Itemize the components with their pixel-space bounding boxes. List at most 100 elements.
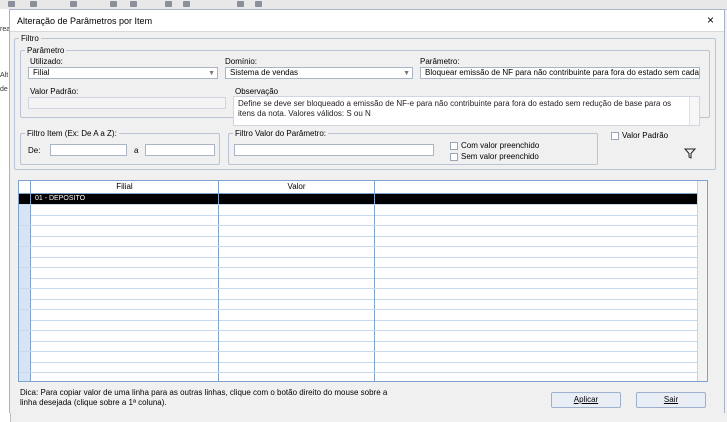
table-row[interactable] bbox=[19, 257, 707, 268]
row-indicator[interactable] bbox=[19, 267, 31, 278]
cell-valor[interactable] bbox=[219, 204, 375, 215]
cell-valor[interactable] bbox=[219, 236, 375, 246]
cell-valor[interactable] bbox=[219, 320, 375, 330]
table-row[interactable] bbox=[19, 225, 707, 237]
row-indicator[interactable] bbox=[19, 372, 31, 381]
table-row[interactable] bbox=[19, 362, 707, 373]
cell-valor[interactable] bbox=[219, 362, 375, 372]
row-indicator[interactable] bbox=[19, 278, 31, 288]
toolbar-icon bbox=[165, 1, 172, 7]
cell-filial[interactable] bbox=[31, 257, 219, 267]
cell-valor[interactable] bbox=[219, 341, 375, 351]
row-indicator[interactable] bbox=[19, 309, 31, 320]
sem-valor-label: Sem valor preenchido bbox=[461, 152, 539, 161]
cell-valor[interactable] bbox=[219, 288, 375, 299]
utilizado-label: Utilizado: bbox=[30, 57, 63, 66]
table-row[interactable] bbox=[19, 204, 707, 216]
dominio-label: Domínio: bbox=[225, 57, 258, 66]
cell-valor[interactable] bbox=[219, 215, 375, 225]
grid-scrollbar[interactable] bbox=[697, 181, 707, 381]
table-row[interactable] bbox=[19, 309, 707, 321]
toolbar-icon bbox=[183, 1, 190, 7]
cell-filial[interactable] bbox=[31, 299, 219, 309]
row-indicator[interactable] bbox=[19, 204, 31, 215]
row-indicator[interactable] bbox=[19, 246, 31, 257]
cell-filial[interactable] bbox=[31, 215, 219, 225]
table-row[interactable] bbox=[19, 215, 707, 226]
column-header-valor[interactable]: Valor bbox=[219, 181, 375, 193]
cell-filial[interactable] bbox=[31, 330, 219, 341]
table-row[interactable] bbox=[19, 351, 707, 363]
row-indicator[interactable] bbox=[19, 320, 31, 330]
valor-padrao-checkbox[interactable] bbox=[611, 132, 619, 140]
filtro-legend: Filtro bbox=[21, 34, 39, 43]
sem-valor-checkbox[interactable] bbox=[450, 153, 458, 161]
table-row[interactable] bbox=[19, 372, 707, 381]
cell-filial[interactable] bbox=[31, 341, 219, 351]
filtro-valor-input[interactable] bbox=[234, 144, 434, 156]
cell-filial[interactable] bbox=[31, 267, 219, 278]
table-row[interactable] bbox=[19, 330, 707, 342]
de-input[interactable] bbox=[50, 144, 127, 156]
row-indicator[interactable] bbox=[19, 225, 31, 236]
cell-filial[interactable] bbox=[31, 225, 219, 236]
cell-filial[interactable] bbox=[31, 236, 219, 246]
observacao-scrollbar[interactable] bbox=[689, 97, 699, 125]
cell-filial[interactable] bbox=[31, 204, 219, 215]
table-row[interactable] bbox=[19, 299, 707, 310]
row-indicator[interactable] bbox=[19, 362, 31, 372]
cell-valor[interactable] bbox=[219, 278, 375, 288]
row-indicator[interactable] bbox=[19, 351, 31, 362]
cell-valor[interactable] bbox=[219, 351, 375, 362]
sair-button[interactable]: Sair bbox=[636, 392, 706, 408]
cell-valor[interactable] bbox=[219, 330, 375, 341]
cell-valor[interactable] bbox=[219, 257, 375, 267]
com-valor-checkbox[interactable] bbox=[450, 142, 458, 150]
cell-valor[interactable] bbox=[219, 267, 375, 278]
cell-valor[interactable] bbox=[219, 372, 375, 381]
row-indicator[interactable] bbox=[19, 341, 31, 351]
toolbar-icon bbox=[110, 1, 117, 7]
row-indicator[interactable] bbox=[19, 236, 31, 246]
cell-valor[interactable] bbox=[219, 225, 375, 236]
table-row[interactable] bbox=[19, 341, 707, 352]
cell-filial[interactable] bbox=[31, 362, 219, 372]
cell-filial[interactable]: 01 - DEPOSITO bbox=[31, 194, 219, 204]
cell-filial[interactable] bbox=[31, 372, 219, 381]
dominio-select[interactable]: Sistema de vendas ▼ bbox=[225, 67, 413, 79]
column-header-filial[interactable]: Filial bbox=[31, 181, 219, 193]
row-indicator[interactable] bbox=[19, 288, 31, 299]
cell-filial[interactable] bbox=[31, 246, 219, 257]
aplicar-button[interactable]: Aplicar bbox=[551, 392, 621, 408]
valor-padrao-check-label: Valor Padrão bbox=[622, 131, 669, 140]
cell-valor[interactable] bbox=[219, 246, 375, 257]
cell-valor[interactable] bbox=[219, 309, 375, 320]
a-input[interactable] bbox=[145, 144, 215, 156]
cell-valor[interactable] bbox=[219, 299, 375, 309]
table-row[interactable] bbox=[19, 246, 707, 258]
utilizado-select[interactable]: Filial ▼ bbox=[28, 67, 218, 79]
cell-filial[interactable] bbox=[31, 351, 219, 362]
toolbar-icon bbox=[8, 1, 15, 7]
row-indicator[interactable] bbox=[19, 299, 31, 309]
close-icon[interactable]: × bbox=[707, 13, 714, 27]
cell-valor[interactable] bbox=[219, 194, 375, 204]
cell-filial[interactable] bbox=[31, 309, 219, 320]
row-indicator[interactable] bbox=[19, 194, 31, 204]
row-indicator[interactable] bbox=[19, 257, 31, 267]
cell-filial[interactable] bbox=[31, 278, 219, 288]
table-row[interactable] bbox=[19, 288, 707, 300]
parametro-field[interactable]: Bloquear emissão de NF para não contribu… bbox=[420, 67, 700, 79]
filter-icon[interactable] bbox=[684, 148, 696, 159]
table-row[interactable] bbox=[19, 278, 707, 289]
table-row[interactable] bbox=[19, 320, 707, 331]
cell-filial[interactable] bbox=[31, 288, 219, 299]
table-row[interactable]: 01 - DEPOSITO bbox=[19, 194, 707, 205]
dialog-content: Filtro Parâmetro Utilizado: Filial ▼ Dom… bbox=[10, 31, 724, 413]
observacao-text: Define se deve ser bloqueado a emissão d… bbox=[233, 96, 700, 126]
table-row[interactable] bbox=[19, 267, 707, 279]
row-indicator[interactable] bbox=[19, 215, 31, 225]
cell-filial[interactable] bbox=[31, 320, 219, 330]
row-indicator[interactable] bbox=[19, 330, 31, 341]
table-row[interactable] bbox=[19, 236, 707, 247]
